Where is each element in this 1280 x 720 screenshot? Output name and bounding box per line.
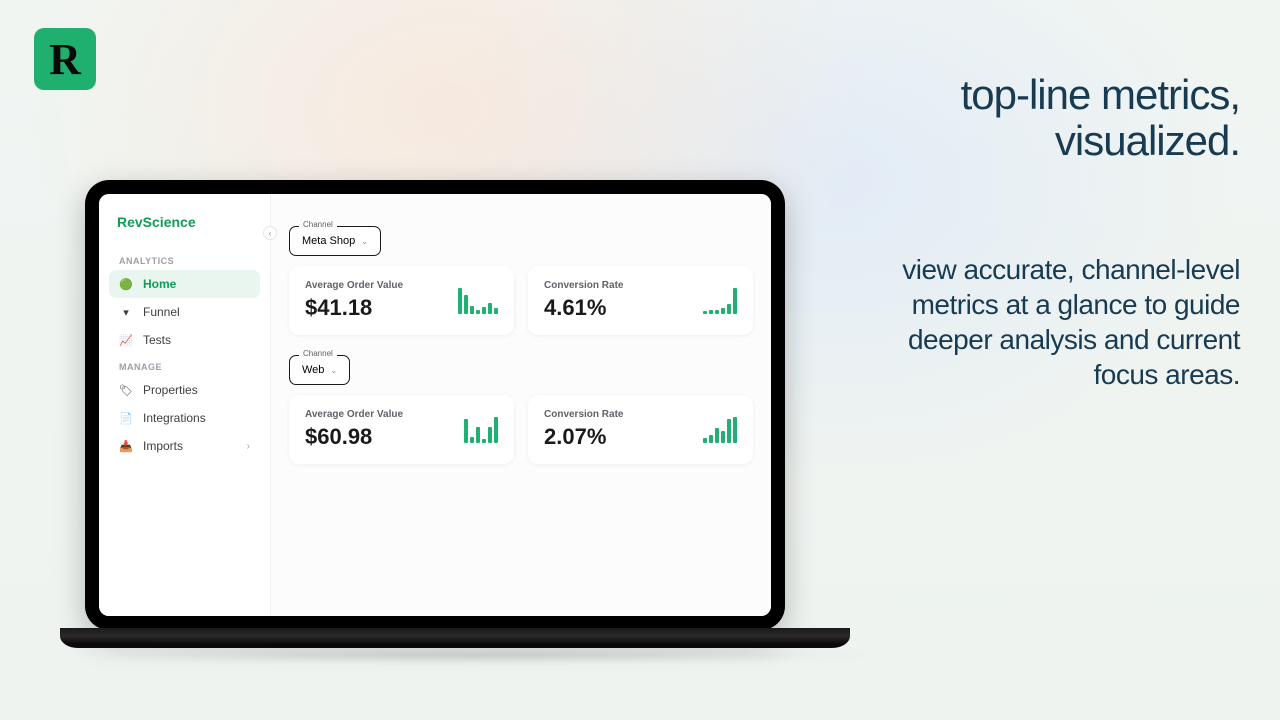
laptop-frame: RevScience ‹ ANALYTICS 🟢 Home ▾ Funnel 📈… xyxy=(60,180,810,660)
sidebar-item-label: Imports xyxy=(143,439,183,453)
sidebar-item-label: Home xyxy=(143,277,176,291)
imports-icon: 📥 xyxy=(119,439,133,453)
metric-card-aov[interactable]: Average Order Value $41.18 xyxy=(289,266,514,335)
metric-value: 4.61% xyxy=(544,295,623,321)
metric-row: Average Order Value $60.98 Conversion Ra… xyxy=(289,395,753,464)
app-screen: RevScience ‹ ANALYTICS 🟢 Home ▾ Funnel 📈… xyxy=(99,194,771,616)
sidebar-item-integrations[interactable]: 📄 Integrations xyxy=(109,404,260,432)
sparkline xyxy=(464,417,498,443)
metric-title: Conversion Rate xyxy=(544,280,623,291)
sidebar-item-label: Funnel xyxy=(143,305,180,319)
marketing-copy: top-line metrics, visualized. view accur… xyxy=(840,72,1240,392)
metric-title: Average Order Value xyxy=(305,409,403,420)
funnel-icon: ▾ xyxy=(119,305,133,319)
chevron-down-icon: ⌄ xyxy=(330,366,337,375)
headline: top-line metrics, visualized. xyxy=(840,72,1240,164)
main-content: Channel Meta Shop ⌄ Average Order Value … xyxy=(271,194,771,616)
section-manage: MANAGE xyxy=(109,354,260,376)
channel-field: Channel Meta Shop ⌄ xyxy=(289,226,381,256)
sparkline xyxy=(703,288,737,314)
metric-value: $41.18 xyxy=(305,295,403,321)
tests-icon: 📈 xyxy=(119,333,133,347)
metric-card-cr[interactable]: Conversion Rate 4.61% xyxy=(528,266,753,335)
sidebar: RevScience ‹ ANALYTICS 🟢 Home ▾ Funnel 📈… xyxy=(99,194,271,616)
sparkline xyxy=(458,288,498,314)
brand-letter: R xyxy=(49,34,81,85)
sidebar-item-home[interactable]: 🟢 Home xyxy=(109,270,260,298)
metric-card-aov[interactable]: Average Order Value $60.98 xyxy=(289,395,514,464)
integrations-icon: 📄 xyxy=(119,411,133,425)
metric-title: Conversion Rate xyxy=(544,409,623,420)
channel-field: Channel Web ⌄ xyxy=(289,355,350,385)
metric-value: 2.07% xyxy=(544,424,623,450)
sidebar-item-label: Properties xyxy=(143,383,198,397)
sidebar-item-properties[interactable]: 🏷 Properties xyxy=(109,376,260,404)
app-brand: RevScience xyxy=(109,210,260,248)
metric-row: Average Order Value $41.18 Conversion Ra… xyxy=(289,266,753,335)
sidebar-collapse[interactable]: ‹ xyxy=(263,226,277,240)
metric-card-cr[interactable]: Conversion Rate 2.07% xyxy=(528,395,753,464)
section-analytics: ANALYTICS xyxy=(109,248,260,270)
chevron-down-icon: ⌄ xyxy=(361,237,368,246)
laptop-base xyxy=(60,628,850,648)
sidebar-item-imports[interactable]: 📥 Imports › xyxy=(109,432,260,460)
sidebar-item-label: Tests xyxy=(143,333,171,347)
sparkline xyxy=(703,417,737,443)
properties-icon: 🏷 xyxy=(119,383,133,397)
home-icon: 🟢 xyxy=(119,277,133,291)
channel-select-meta-shop[interactable]: Meta Shop ⌄ xyxy=(289,226,381,256)
channel-label: Channel xyxy=(299,220,337,229)
metric-value: $60.98 xyxy=(305,424,403,450)
screen-bezel: RevScience ‹ ANALYTICS 🟢 Home ▾ Funnel 📈… xyxy=(85,180,785,630)
metric-title: Average Order Value xyxy=(305,280,403,291)
sidebar-item-tests[interactable]: 📈 Tests xyxy=(109,326,260,354)
channel-label: Channel xyxy=(299,349,337,358)
chevron-right-icon: › xyxy=(247,441,250,452)
channel-value: Web xyxy=(302,364,324,376)
sidebar-item-funnel[interactable]: ▾ Funnel xyxy=(109,298,260,326)
channel-select-web[interactable]: Web ⌄ xyxy=(289,355,350,385)
subhead: view accurate, channel-level metrics at … xyxy=(840,252,1240,392)
sidebar-item-label: Integrations xyxy=(143,411,206,425)
channel-value: Meta Shop xyxy=(302,235,355,247)
laptop-shadow xyxy=(60,650,890,660)
brand-badge: R xyxy=(34,28,96,90)
